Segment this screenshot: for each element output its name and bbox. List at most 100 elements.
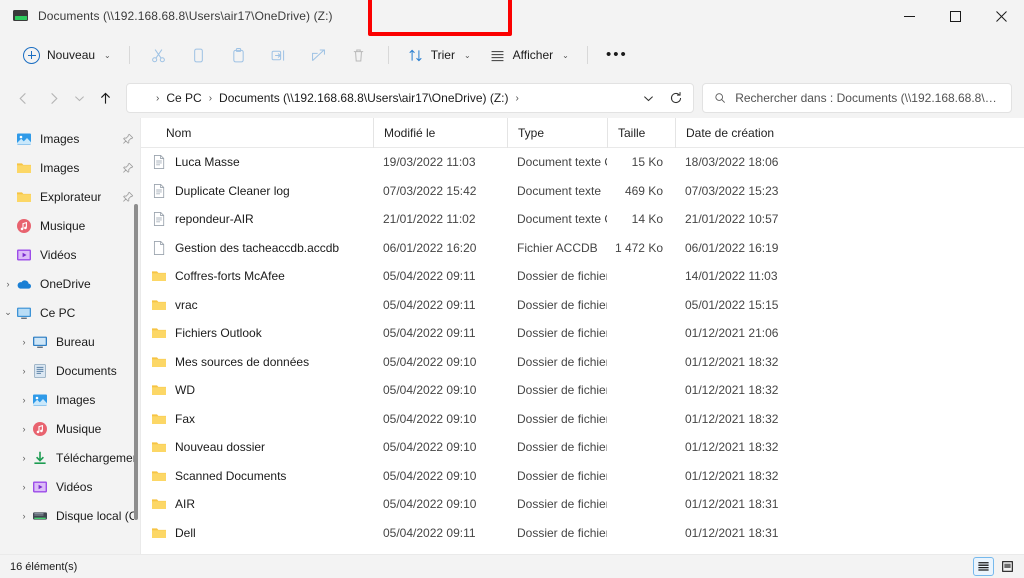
table-row[interactable]: Scanned Documents 05/04/2022 09:10 Dossi… — [141, 462, 1024, 491]
more-options-button[interactable]: ••• — [597, 39, 637, 71]
table-row[interactable]: Fax 05/04/2022 09:10 Dossier de fichiers… — [141, 405, 1024, 434]
column-header-modified[interactable]: Modifié le — [373, 117, 507, 148]
maximize-button[interactable] — [932, 0, 978, 32]
expander-chevron-icon[interactable]: › — [16, 366, 32, 376]
column-header-size[interactable]: Taille — [607, 117, 675, 148]
sidebar-item-vid-os[interactable]: › Vidéos — [0, 472, 140, 501]
cell-name: Fichiers Outlook — [141, 325, 373, 341]
sidebar-item-musique[interactable]: › Musique — [0, 414, 140, 443]
expander-chevron-icon[interactable]: › — [16, 482, 32, 492]
address-bar[interactable]: › Ce PC › Documents (\\192.168.68.8\User… — [126, 83, 694, 113]
table-row[interactable]: Nouveau dossier 05/04/2022 09:10 Dossier… — [141, 433, 1024, 462]
file-name-label: Nouveau dossier — [175, 440, 266, 455]
folder-icon — [151, 525, 167, 541]
sidebar-item-onedrive[interactable]: › OneDrive — [0, 269, 140, 298]
sidebar-item-bureau[interactable]: › Bureau — [0, 327, 140, 356]
column-header-type[interactable]: Type — [507, 117, 607, 148]
expander-chevron-icon[interactable]: › — [16, 453, 32, 463]
sidebar-item-label: Explorateur — [40, 189, 102, 204]
expander-chevron-icon[interactable]: › — [0, 279, 16, 289]
table-row[interactable]: WD 05/04/2022 09:10 Dossier de fichiers … — [141, 376, 1024, 405]
sidebar-item-t-l-chargemen[interactable]: › Téléchargemen — [0, 443, 140, 472]
table-row[interactable]: repondeur-AIR 21/01/2022 11:02 Document … — [141, 205, 1024, 234]
view-button-label: Afficher — [512, 48, 554, 62]
new-button[interactable]: Nouveau ⌄ — [14, 39, 120, 71]
refresh-button[interactable] — [663, 85, 689, 111]
pin-icon — [123, 191, 134, 202]
blank-file-icon — [151, 240, 167, 256]
sidebar-item-disque-local-c[interactable]: › Disque local (C — [0, 501, 140, 530]
sort-button[interactable]: Trier ⌄ — [398, 39, 480, 71]
pictures-icon — [17, 133, 31, 144]
navigation-pane-scrollbar[interactable] — [134, 204, 138, 520]
up-button[interactable] — [90, 83, 120, 113]
table-row[interactable]: Luca Masse 19/03/2022 11:03 Document tex… — [141, 148, 1024, 177]
sidebar-item-documents[interactable]: › Documents — [0, 356, 140, 385]
sidebar-item-explorateur[interactable]: Explorateur — [0, 182, 140, 211]
table-row[interactable]: Coffres-forts McAfee 05/04/2022 09:11 Do… — [141, 262, 1024, 291]
pin-icon[interactable] — [122, 133, 134, 145]
table-row[interactable]: AIR 05/04/2022 09:10 Dossier de fichiers… — [141, 490, 1024, 519]
rename-button[interactable] — [259, 39, 299, 71]
share-icon — [312, 48, 326, 61]
details-view-button[interactable] — [973, 557, 994, 576]
expander-chevron-icon[interactable]: ⌄ — [0, 307, 16, 318]
back-button[interactable] — [8, 83, 38, 113]
large-icons-view-icon — [1002, 561, 1013, 572]
desktop-icon — [32, 334, 48, 350]
breadcrumb: › Ce PC › Documents (\\192.168.68.8\User… — [136, 89, 522, 107]
ellipsis-icon: ••• — [605, 46, 628, 63]
close-button[interactable] — [978, 0, 1024, 32]
sidebar-item-vid-os[interactable]: Vidéos — [0, 240, 140, 269]
sidebar-item-musique[interactable]: Musique — [0, 211, 140, 240]
pin-icon[interactable] — [122, 191, 134, 203]
pin-icon[interactable] — [122, 162, 134, 174]
expander-chevron-icon[interactable]: › — [16, 395, 32, 405]
large-icons-view-button[interactable] — [997, 557, 1018, 576]
cut-button[interactable] — [139, 39, 179, 71]
cell-created: 01/12/2021 18:32 — [685, 468, 779, 483]
paste-button[interactable] — [219, 39, 259, 71]
table-row[interactable]: Fichiers Outlook 05/04/2022 09:11 Dossie… — [141, 319, 1024, 348]
cell-modified: 05/04/2022 09:10 — [383, 354, 477, 369]
cell-created: 01/12/2021 18:31 — [685, 525, 779, 540]
delete-button[interactable] — [339, 39, 379, 71]
table-row[interactable]: Duplicate Cleaner log 07/03/2022 15:42 D… — [141, 177, 1024, 206]
table-row[interactable]: Mes sources de données 05/04/2022 09:10 … — [141, 348, 1024, 377]
expander-chevron-icon[interactable]: › — [16, 337, 32, 347]
view-toggle-group — [973, 557, 1018, 576]
table-row[interactable]: Gestion des tacheaccdb.accdb 06/01/2022 … — [141, 234, 1024, 263]
search-box[interactable]: Rechercher dans : Documents (\\192.168.6… — [702, 83, 1012, 113]
trash-icon — [354, 48, 364, 62]
copy-button[interactable] — [179, 39, 219, 71]
column-header-name[interactable]: Nom — [141, 118, 373, 148]
view-button[interactable]: Afficher ⌄ — [480, 39, 578, 71]
recent-locations-button[interactable] — [68, 83, 90, 113]
breadcrumb-item-thispc[interactable]: Ce PC — [162, 89, 205, 107]
sidebar-item-label: Vidéos — [40, 247, 77, 262]
share-button[interactable] — [299, 39, 339, 71]
sidebar-item-images[interactable]: › Images — [0, 385, 140, 414]
status-bar: 16 élément(s) — [0, 554, 1024, 578]
sidebar-item-images[interactable]: Images — [0, 153, 140, 182]
arrow-right-icon — [50, 92, 58, 104]
forward-button[interactable] — [38, 83, 68, 113]
column-header-created[interactable]: Date de création — [675, 117, 825, 148]
folder-icon — [152, 442, 166, 453]
table-row[interactable]: Dell 05/04/2022 09:11 Dossier de fichier… — [141, 519, 1024, 548]
sidebar-item-images[interactable]: Images — [0, 124, 140, 153]
minimize-button[interactable] — [886, 0, 932, 32]
downloads-icon — [34, 451, 46, 464]
file-name-label: Dell — [175, 525, 196, 540]
expander-chevron-icon[interactable]: › — [16, 424, 32, 434]
table-row[interactable]: vrac 05/04/2022 09:11 Dossier de fichier… — [141, 291, 1024, 320]
cell-name: WD — [141, 382, 373, 398]
expander-chevron-icon[interactable]: › — [16, 511, 32, 521]
sidebar-item-label: Bureau — [56, 334, 95, 349]
drive-icon — [33, 511, 47, 520]
breadcrumb-item-documents[interactable]: Documents (\\192.168.68.8\Users\air17\On… — [215, 89, 512, 107]
navigation-pane[interactable]: Images Images Explorateur Musique Vidéos… — [0, 118, 140, 554]
sidebar-item-ce-pc[interactable]: ⌄ Ce PC — [0, 298, 140, 327]
address-history-button[interactable] — [635, 85, 661, 111]
file-name-label: Fax — [175, 411, 196, 426]
